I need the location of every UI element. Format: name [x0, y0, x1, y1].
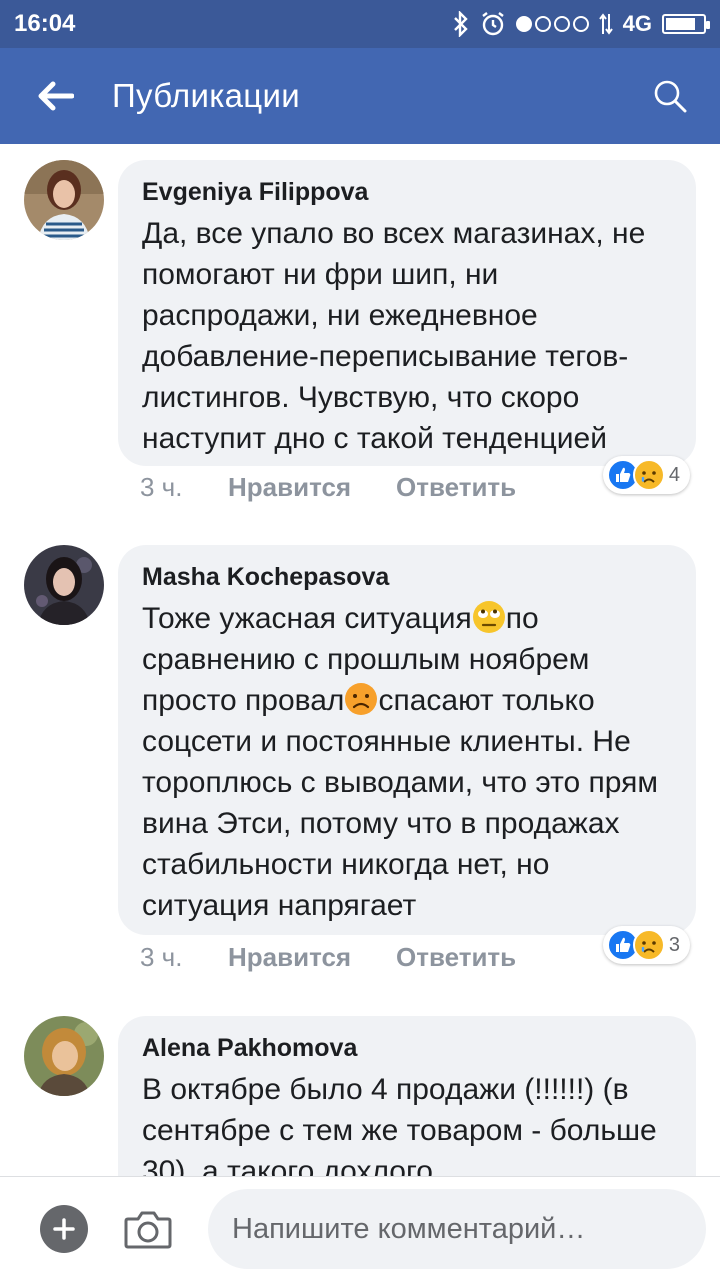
- avatar[interactable]: [24, 1016, 104, 1096]
- network-type: 4G: [622, 11, 652, 36]
- reply-button[interactable]: Ответить: [396, 942, 516, 973]
- camera-button[interactable]: [122, 1203, 174, 1255]
- search-button[interactable]: [620, 48, 720, 144]
- comment-timestamp[interactable]: 3 ч.: [140, 472, 228, 503]
- arrow-left-icon: [38, 81, 74, 111]
- reaction-count: 4: [668, 463, 680, 486]
- reaction-count: 3: [668, 933, 680, 956]
- comment-input[interactable]: [208, 1189, 706, 1269]
- avatar[interactable]: [24, 160, 104, 240]
- reply-button[interactable]: Ответить: [396, 472, 516, 503]
- comment-text-part: Тоже ужасная ситуация: [142, 602, 472, 635]
- comment-text: Да, все упало во всех магазинах, не помо…: [142, 217, 646, 455]
- page-title: Публикации: [112, 77, 300, 114]
- frowning-emoji-icon: [345, 683, 378, 715]
- reactions-summary[interactable]: 4: [602, 456, 690, 494]
- app-header: Публикации: [0, 48, 720, 144]
- like-button[interactable]: Нравится: [228, 472, 396, 503]
- comment-author[interactable]: Masha Kochepasova: [142, 563, 674, 592]
- comments-feed[interactable]: Evgeniya Filippova Да, все упало во всех…: [0, 144, 720, 1176]
- like-button[interactable]: Нравится: [228, 942, 396, 973]
- status-bar: 16:04 4G: [0, 0, 720, 48]
- eye-roll-emoji-icon: [472, 601, 505, 633]
- comment-author[interactable]: Evgeniya Filippova: [142, 178, 674, 207]
- back-button[interactable]: [0, 48, 112, 144]
- status-time: 16:04: [14, 10, 76, 37]
- alarm-icon: [481, 12, 504, 36]
- battery-icon: [662, 14, 710, 34]
- battery-level: [666, 18, 695, 30]
- signal-strength-icon: [515, 16, 589, 32]
- comment-composer: [0, 1176, 720, 1280]
- comment-author[interactable]: Alena Pakhomova: [142, 1034, 674, 1063]
- comment-actions: 3 ч. Нравится Ответить: [140, 472, 516, 503]
- comment-bubble[interactable]: Masha Kochepasova Тоже ужасная ситуация п…: [118, 545, 696, 935]
- status-icons: 4G: [452, 11, 710, 37]
- comment-bubble[interactable]: Alena Pakhomova В октябре было 4 продажи…: [118, 1016, 696, 1176]
- comment-text-part: спасают только соцсети и постоянные клие…: [142, 684, 658, 922]
- comment-timestamp[interactable]: 3 ч.: [140, 942, 228, 973]
- comment-bubble[interactable]: Evgeniya Filippova Да, все упало во всех…: [118, 160, 696, 466]
- comment-text: В октябре было 4 продажи (!!!!!!) (в сен…: [142, 1073, 657, 1176]
- comment-actions: 3 ч. Нравится Ответить: [140, 942, 516, 973]
- comment-text: Тоже ужасная ситуация по сравнению с прош…: [142, 598, 674, 926]
- camera-icon: [124, 1211, 172, 1249]
- sad-icon: [632, 929, 665, 961]
- data-transfer-icon: [598, 13, 613, 35]
- add-attachment-button[interactable]: [40, 1205, 88, 1253]
- avatar[interactable]: [24, 545, 104, 625]
- search-icon: [654, 80, 687, 113]
- bluetooth-icon: [453, 11, 468, 37]
- sad-icon: [632, 459, 665, 491]
- reactions-summary[interactable]: 3: [602, 926, 690, 964]
- plus-icon: [53, 1218, 75, 1240]
